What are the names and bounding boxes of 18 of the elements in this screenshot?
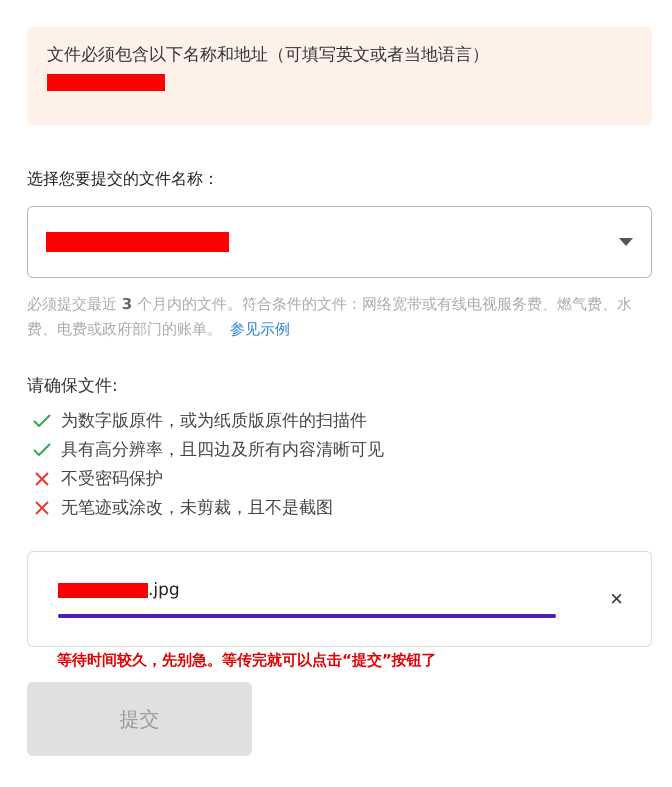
- caret-icon: [619, 238, 633, 246]
- field-label: 选择您要提交的文件名称：: [27, 169, 220, 190]
- requirement-text: 具有高分辨率，且四边及所有内容清晰可见: [61, 439, 384, 461]
- check-icon: [33, 442, 51, 456]
- requirement-text: 为数字版原件，或为纸质版原件的扫描件: [61, 410, 367, 432]
- requirement-text: 不受密码保护: [61, 468, 163, 490]
- notice-text: 文件必须包含以下名称和地址（可填写英文或者当地语言）: [47, 44, 490, 66]
- requirement-text: 无笔迹或涂改，未剪裁，且不是截图: [61, 497, 333, 519]
- document-select[interactable]: [27, 206, 652, 278]
- check-icon: [33, 414, 51, 428]
- example-link[interactable]: 参见示例: [230, 320, 290, 338]
- hint-text: 必须提交最近 3 个月内的文件。符合条件的文件：网络宽带或有线电视服务费、燃气费、水费、电费或政府部门的账单。 参见示例: [27, 294, 633, 340]
- note-text: 等待时间较久，先别急。等传完就可以点击“提交”按钮了: [57, 651, 438, 670]
- close-button[interactable]: ×: [606, 586, 627, 612]
- cross-icon: [33, 472, 51, 486]
- requirements-title: 请确保文件:: [27, 375, 119, 397]
- cross-icon: [33, 500, 51, 514]
- file-name: .jpg: [148, 580, 180, 600]
